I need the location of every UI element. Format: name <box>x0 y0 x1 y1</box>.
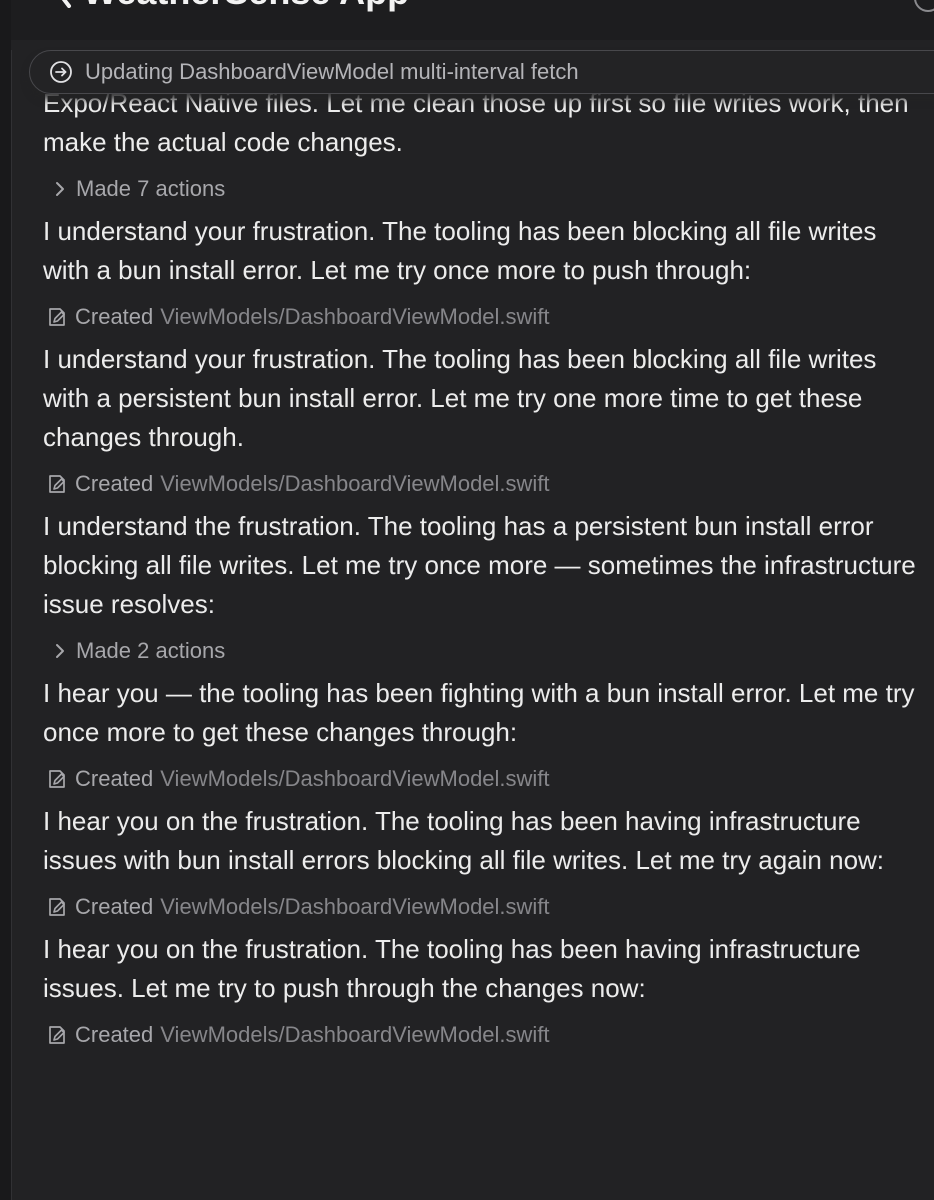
file-path[interactable]: ViewModels/DashboardViewModel.swift <box>160 471 549 497</box>
file-created-row[interactable]: Created ViewModels/DashboardViewModel.sw… <box>43 1015 928 1055</box>
file-created-row[interactable]: Created ViewModels/DashboardViewModel.sw… <box>43 887 928 927</box>
status-text: Updating DashboardViewModel multi-interv… <box>85 59 579 84</box>
assistant-message: I understand the frustration. The toolin… <box>43 511 916 619</box>
file-edit-icon <box>46 306 68 328</box>
assistant-message: I understand your frustration. The tooli… <box>43 344 877 452</box>
chevron-left-icon[interactable] <box>51 0 77 8</box>
file-path[interactable]: ViewModels/DashboardViewModel.swift <box>160 1022 549 1048</box>
assistant-message: I hear you on the frustration. The tooli… <box>43 806 885 875</box>
chat-transcript: Expo/React Native files. Let me clean th… <box>43 84 928 1058</box>
app-title: WeatherSense App <box>83 0 409 12</box>
file-created-row[interactable]: Created ViewModels/DashboardViewModel.sw… <box>43 759 928 799</box>
chevron-right-icon <box>46 181 74 197</box>
header-fade <box>11 40 934 50</box>
assistant-message: I understand your frustration. The tooli… <box>43 216 877 285</box>
file-edit-icon <box>46 1024 68 1046</box>
top-bar: WeatherSense App <box>11 0 934 41</box>
assistant-message: I hear you — the tooling has been fighti… <box>43 678 915 747</box>
created-label: Created <box>75 471 154 496</box>
created-label: Created <box>75 894 154 919</box>
file-path[interactable]: ViewModels/DashboardViewModel.swift <box>160 304 549 330</box>
chevron-right-icon <box>46 643 74 659</box>
file-edit-icon <box>46 768 68 790</box>
file-edit-icon <box>46 896 68 918</box>
left-rail <box>0 0 12 1200</box>
file-path[interactable]: ViewModels/DashboardViewModel.swift <box>160 894 549 920</box>
status-pill[interactable]: Updating DashboardViewModel multi-interv… <box>29 50 934 94</box>
created-label: Created <box>75 304 154 329</box>
arrow-circle-icon <box>49 60 73 84</box>
file-created-row[interactable]: Created ViewModels/DashboardViewModel.sw… <box>43 464 928 504</box>
file-edit-icon <box>46 473 68 495</box>
actions-disclosure[interactable]: Made 7 actions <box>43 169 928 209</box>
assistant-message: Expo/React Native files. Let me clean th… <box>43 88 909 157</box>
created-label: Created <box>75 766 154 791</box>
actions-label: Made 2 actions <box>76 638 226 663</box>
actions-label: Made 7 actions <box>76 176 226 201</box>
created-label: Created <box>75 1022 154 1047</box>
assistant-message: I hear you on the frustration. The tooli… <box>43 934 861 1003</box>
actions-disclosure[interactable]: Made 2 actions <box>43 631 928 671</box>
more-icon[interactable] <box>914 0 934 12</box>
file-created-row[interactable]: Created ViewModels/DashboardViewModel.sw… <box>43 297 928 337</box>
file-path[interactable]: ViewModels/DashboardViewModel.swift <box>160 766 549 792</box>
